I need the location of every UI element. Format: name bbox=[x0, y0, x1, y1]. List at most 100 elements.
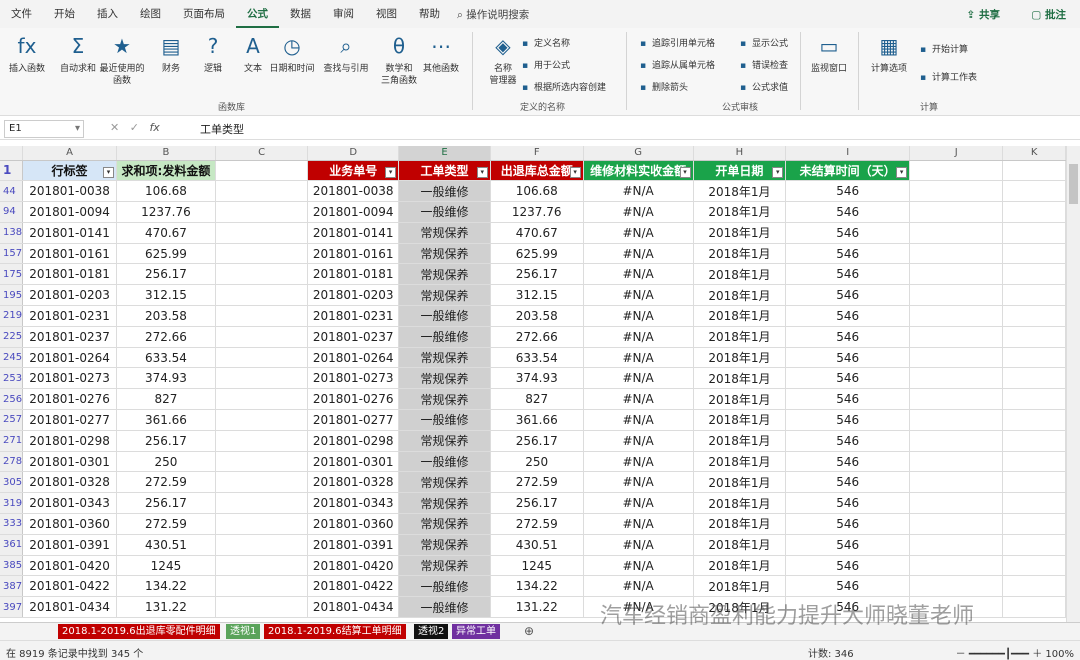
cell-E[interactable]: 常规保养 bbox=[398, 222, 491, 244]
cell-E[interactable]: 常规保养 bbox=[398, 471, 491, 494]
tab-3[interactable]: 绘图 bbox=[129, 0, 172, 28]
cell-D[interactable]: 201801-0301 bbox=[307, 451, 400, 473]
filter-dropdown-icon[interactable]: ▾ bbox=[896, 166, 908, 178]
cell-E[interactable]: 常规保养 bbox=[398, 555, 491, 577]
name-manager-button[interactable]: ◈ 名称 管理器 bbox=[482, 33, 524, 87]
use-in-formula-button[interactable]: ▪ 用于公式 bbox=[522, 58, 570, 71]
cell-A[interactable]: 201801-0422 bbox=[22, 575, 117, 598]
filter-dropdown-icon[interactable]: ▾ bbox=[385, 166, 397, 178]
filter-dropdown-icon[interactable]: ▾ bbox=[569, 166, 581, 178]
column-header-D[interactable]: D bbox=[307, 146, 400, 161]
cell-I[interactable]: 546 bbox=[785, 201, 911, 223]
cell-C[interactable] bbox=[215, 555, 309, 577]
column-header-G[interactable]: G bbox=[583, 146, 694, 161]
cell-A[interactable]: 201801-0038 bbox=[22, 180, 117, 203]
cell-I[interactable]: 546 bbox=[785, 284, 911, 307]
cell-F[interactable]: 272.66 bbox=[490, 326, 584, 348]
cell-H[interactable]: 2018年1月 bbox=[693, 513, 787, 535]
cell-A[interactable]: 201801-0276 bbox=[22, 388, 117, 411]
cell-C[interactable] bbox=[215, 409, 309, 431]
row-header[interactable]: 256 bbox=[0, 388, 24, 411]
column-header-I[interactable]: I bbox=[785, 146, 911, 161]
cell-F[interactable]: 256.17 bbox=[490, 263, 584, 286]
cell-E[interactable]: 一般维修 bbox=[398, 575, 491, 598]
cell-D[interactable]: 201801-0161 bbox=[307, 243, 400, 265]
header-cell-A[interactable]: 行标签 ▾ bbox=[22, 160, 117, 182]
column-header-A[interactable]: A bbox=[22, 146, 117, 161]
cell-I[interactable]: 546 bbox=[785, 534, 911, 556]
sheet-tab-0[interactable]: 2018.1-2019.6出退库零配件明细 bbox=[58, 624, 220, 639]
cell-C[interactable] bbox=[215, 243, 309, 265]
cell-J[interactable] bbox=[909, 430, 1004, 452]
math-button[interactable]: θ 数学和 三角函数 bbox=[378, 33, 420, 87]
row-header[interactable]: 253 bbox=[0, 367, 24, 390]
cell-J[interactable] bbox=[909, 326, 1004, 348]
cell-G[interactable]: #N/A bbox=[583, 513, 694, 535]
cell-K[interactable] bbox=[1002, 409, 1066, 431]
cell-F[interactable]: 250 bbox=[490, 451, 584, 473]
cell-E[interactable]: 一般维修 bbox=[398, 305, 491, 327]
cell-H[interactable]: 2018年1月 bbox=[693, 326, 787, 348]
header-cell-I[interactable]: 未结算时间（天） ▾ bbox=[785, 160, 911, 182]
cell-C[interactable] bbox=[215, 388, 309, 411]
cell-K[interactable] bbox=[1002, 222, 1066, 244]
formula-input[interactable]: 工单类型 bbox=[200, 121, 244, 137]
cell-E[interactable]: 常规保养 bbox=[398, 243, 491, 265]
cell-H[interactable]: 2018年1月 bbox=[693, 284, 787, 307]
cell-B[interactable]: 1237.76 bbox=[116, 201, 216, 223]
cell-E[interactable]: 常规保养 bbox=[398, 347, 491, 369]
header-cell-G[interactable]: 维修材料实收金额 ▾ bbox=[583, 160, 694, 182]
cell-B[interactable]: 256.17 bbox=[116, 263, 216, 286]
cell-B[interactable]: 470.67 bbox=[116, 222, 216, 244]
cell-B[interactable]: 312.15 bbox=[116, 284, 216, 307]
cell-B[interactable]: 106.68 bbox=[116, 180, 216, 203]
cell-K[interactable] bbox=[1002, 180, 1066, 203]
cell-H[interactable]: 2018年1月 bbox=[693, 305, 787, 327]
cell-F[interactable]: 374.93 bbox=[490, 367, 584, 390]
cell-G[interactable]: #N/A bbox=[583, 451, 694, 473]
sheet-tab-3[interactable]: 透视2 bbox=[414, 624, 449, 639]
cell-D[interactable]: 201801-0094 bbox=[307, 201, 400, 223]
cell-C[interactable] bbox=[215, 326, 309, 348]
cell-I[interactable]: 546 bbox=[785, 243, 911, 265]
cell-G[interactable]: #N/A bbox=[583, 534, 694, 556]
cell-K[interactable] bbox=[1002, 305, 1066, 327]
cell-A[interactable]: 201801-0298 bbox=[22, 430, 117, 452]
cell-K[interactable] bbox=[1002, 451, 1066, 473]
cell-A[interactable]: 201801-0360 bbox=[22, 513, 117, 535]
cell-G[interactable]: #N/A bbox=[583, 430, 694, 452]
cell-F[interactable]: 1237.76 bbox=[490, 201, 584, 223]
header-cell-J[interactable] bbox=[909, 160, 1004, 182]
cell-E[interactable]: 一般维修 bbox=[398, 326, 491, 348]
cell-B[interactable]: 827 bbox=[116, 388, 216, 411]
filter-dropdown-icon[interactable]: ▾ bbox=[476, 166, 488, 178]
cell-K[interactable] bbox=[1002, 596, 1066, 619]
row-header[interactable]: 219 bbox=[0, 305, 24, 327]
cell-K[interactable] bbox=[1002, 243, 1066, 265]
cell-E[interactable]: 一般维修 bbox=[398, 596, 491, 619]
sheet-tab-4[interactable]: 异常工单 bbox=[452, 624, 500, 639]
cell-E[interactable]: 常规保养 bbox=[398, 263, 491, 286]
row-header[interactable]: 333 bbox=[0, 513, 24, 535]
cell-J[interactable] bbox=[909, 180, 1004, 203]
trace-precedents-button[interactable]: ▪ 追踪引用单元格 bbox=[640, 36, 715, 49]
cell-C[interactable] bbox=[215, 575, 309, 598]
define-name-button[interactable]: ▪ 定义名称 bbox=[522, 36, 570, 49]
cell-F[interactable]: 272.59 bbox=[490, 471, 584, 494]
cell-A[interactable]: 201801-0273 bbox=[22, 367, 117, 390]
cell-I[interactable]: 546 bbox=[785, 326, 911, 348]
cell-G[interactable]: #N/A bbox=[583, 263, 694, 286]
cell-J[interactable] bbox=[909, 513, 1004, 535]
row-header[interactable]: 1 bbox=[0, 160, 24, 182]
row-header[interactable]: 278 bbox=[0, 451, 24, 473]
cell-E[interactable]: 常规保养 bbox=[398, 388, 491, 411]
cell-G[interactable]: #N/A bbox=[583, 201, 694, 223]
comment-button[interactable]: ▢ 批注 bbox=[1023, 5, 1074, 24]
cell-A[interactable]: 201801-0391 bbox=[22, 534, 117, 556]
cell-K[interactable] bbox=[1002, 513, 1066, 535]
cell-D[interactable]: 201801-0273 bbox=[307, 367, 400, 390]
tab-0[interactable]: 文件 bbox=[0, 0, 43, 28]
cell-K[interactable] bbox=[1002, 471, 1066, 494]
cell-A[interactable]: 201801-0328 bbox=[22, 471, 117, 494]
cell-J[interactable] bbox=[909, 284, 1004, 307]
